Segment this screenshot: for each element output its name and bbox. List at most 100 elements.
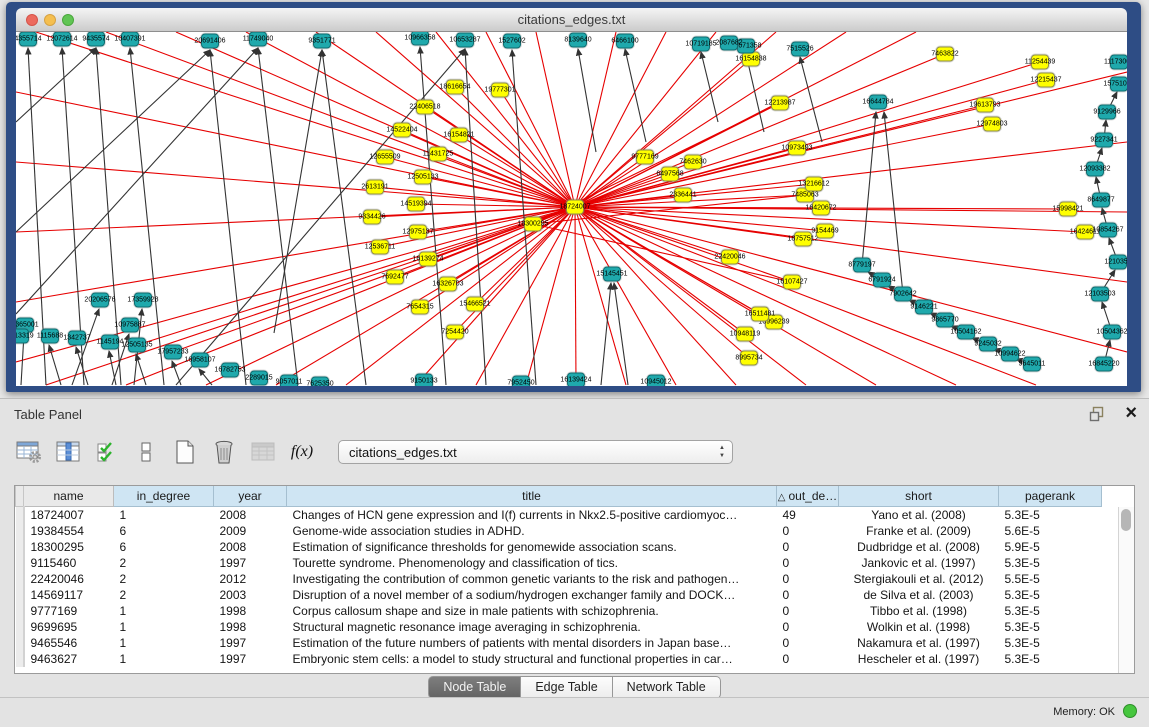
graph-node[interactable]: 16154821: [450, 128, 468, 143]
column-header-pagerank[interactable]: pagerank: [999, 486, 1102, 507]
graph-node[interactable]: 12975137: [409, 225, 427, 240]
graph-node[interactable]: 10948119: [736, 327, 754, 342]
graph-node[interactable]: 11173007: [1110, 55, 1127, 70]
graph-node[interactable]: 10504362: [1103, 325, 1121, 340]
graph-node[interactable]: 16644784: [869, 95, 887, 110]
table-row[interactable]: 1456911722003Disruption of a novel membe…: [16, 587, 1102, 603]
graph-node[interactable]: 18300295: [524, 217, 542, 232]
graph-node[interactable]: 9645011: [1023, 357, 1041, 372]
graph-node[interactable]: 18757512: [794, 232, 812, 247]
graph-node[interactable]: 11254439: [1031, 55, 1049, 70]
graph-node[interactable]: 7952450: [512, 376, 530, 387]
graph-node[interactable]: 17359928: [134, 293, 152, 308]
close-panel-icon[interactable]: ×: [1125, 402, 1137, 425]
graph-node[interactable]: 7515526: [791, 42, 809, 57]
graph-node[interactable]: 12213987: [771, 96, 789, 111]
graph-node[interactable]: 16139424: [567, 373, 585, 387]
graph-node[interactable]: 22406518: [416, 100, 434, 115]
graph-node[interactable]: 12536711: [371, 240, 389, 255]
graph-node[interactable]: 10975887: [121, 318, 139, 333]
graph-node[interactable]: 14519394: [407, 197, 425, 212]
graph-node[interactable]: 16958107: [191, 353, 209, 368]
graph-node[interactable]: 1342737: [68, 331, 86, 346]
function-builder-icon[interactable]: f(x): [287, 437, 317, 467]
tab-node-table[interactable]: Node Table: [428, 676, 521, 699]
graph-node[interactable]: 10973493: [788, 141, 806, 156]
graph-node[interactable]: 9351771: [313, 34, 331, 49]
column-header-year[interactable]: year: [214, 486, 287, 507]
column-header-in_degree[interactable]: in_degree: [114, 486, 214, 507]
graph-node[interactable]: 6791924: [873, 273, 891, 288]
graph-node[interactable]: 19777301: [491, 83, 509, 98]
graph-node[interactable]: 13216612: [805, 177, 823, 192]
table-row[interactable]: 1872400712008Changes of HCN gene express…: [16, 507, 1102, 524]
graph-node[interactable]: 2613191: [366, 180, 384, 195]
graph-node[interactable]: 18724007: [566, 200, 584, 215]
tab-edge-table[interactable]: Edge Table: [521, 676, 612, 699]
graph-node[interactable]: 7625350: [311, 377, 329, 387]
graph-node[interactable]: 17957233: [164, 345, 182, 360]
graph-node[interactable]: 12505133: [414, 170, 432, 185]
graph-node[interactable]: 9129966: [1098, 105, 1116, 120]
graph-node[interactable]: 7463822: [936, 47, 954, 62]
graph-node[interactable]: 16511481: [751, 307, 769, 322]
graph-node[interactable]: 10994622: [1001, 347, 1019, 362]
graph-node[interactable]: 15998421: [1059, 202, 1077, 217]
graph-node[interactable]: 16845220: [1095, 357, 1113, 372]
column-header-title[interactable]: title: [287, 486, 777, 507]
graph-node[interactable]: 16139274: [419, 252, 437, 267]
graph-node[interactable]: 12505135: [128, 338, 146, 353]
graph-node[interactable]: 6497568: [661, 167, 679, 182]
network-window-titlebar[interactable]: citations_edges.txt: [16, 8, 1127, 32]
graph-node[interactable]: 1145194: [101, 335, 119, 350]
graph-node[interactable]: 16107427: [783, 275, 801, 290]
graph-node[interactable]: 3913319: [16, 329, 29, 344]
graph-node[interactable]: 16420672: [812, 201, 830, 216]
graph-node[interactable]: 12103503: [1091, 287, 1109, 302]
checkbox-icon[interactable]: [131, 437, 161, 467]
graph-node[interactable]: 11749040: [249, 32, 267, 47]
new-column-icon[interactable]: [170, 437, 200, 467]
graph-node[interactable]: 7462630: [684, 155, 702, 170]
graph-node[interactable]: 16782753: [221, 363, 239, 378]
network-canvas[interactable]: 1872400772544207654315769247712536711933…: [16, 32, 1127, 386]
graph-node[interactable]: 12072614: [53, 32, 71, 47]
graph-node[interactable]: 16326703: [439, 277, 457, 292]
graph-node[interactable]: 9146221: [915, 300, 933, 315]
graph-node[interactable]: 1527602: [503, 34, 521, 49]
graph-node[interactable]: 1115688: [41, 329, 59, 344]
select-all-icon[interactable]: [92, 437, 122, 467]
graph-node[interactable]: 10653287: [456, 33, 474, 48]
graph-node[interactable]: 1210350: [1109, 255, 1127, 270]
graph-node[interactable]: 8995734: [740, 351, 758, 366]
graph-node[interactable]: 11431725: [429, 147, 447, 162]
table-row[interactable]: 1938455462009Genome-wide association stu…: [16, 523, 1102, 539]
graph-node[interactable]: 7692477: [386, 270, 404, 285]
graph-node[interactable]: 2336441: [674, 188, 692, 203]
graph-node[interactable]: 7654315: [411, 300, 429, 315]
graph-node[interactable]: 22420046: [721, 250, 739, 265]
graph-node[interactable]: 10719185: [692, 37, 710, 52]
float-panel-icon[interactable]: [1089, 406, 1105, 422]
graph-node[interactable]: 10504162: [957, 325, 975, 340]
graph-node[interactable]: 9777169: [636, 150, 654, 165]
delete-table-icon[interactable]: [248, 437, 278, 467]
graph-node[interactable]: 20691406: [201, 34, 219, 49]
graph-node[interactable]: 9154469: [816, 224, 834, 239]
graph-node[interactable]: 8649877: [1092, 193, 1110, 208]
graph-node[interactable]: 16424611: [1076, 225, 1094, 240]
table-mode-icon[interactable]: [14, 437, 44, 467]
delete-column-icon[interactable]: [209, 437, 239, 467]
graph-node[interactable]: 6466100: [616, 34, 634, 49]
show-columns-icon[interactable]: [53, 437, 83, 467]
graph-node[interactable]: 10407391: [121, 32, 139, 47]
graph-node[interactable]: 9334426: [363, 210, 381, 225]
table-row[interactable]: 946362711997Embryonic stem cells: a mode…: [16, 651, 1102, 667]
graph-node[interactable]: 9057011: [280, 375, 298, 387]
table-row[interactable]: 969969511998Structural magnetic resonanc…: [16, 619, 1102, 635]
table-row[interactable]: 977716911998Corpus callosum shape and si…: [16, 603, 1102, 619]
graph-node[interactable]: 2087682: [720, 36, 738, 51]
graph-node[interactable]: 15466521: [466, 297, 484, 312]
graph-node[interactable]: 7902642: [894, 287, 912, 302]
graph-node[interactable]: 18616654: [446, 80, 464, 95]
